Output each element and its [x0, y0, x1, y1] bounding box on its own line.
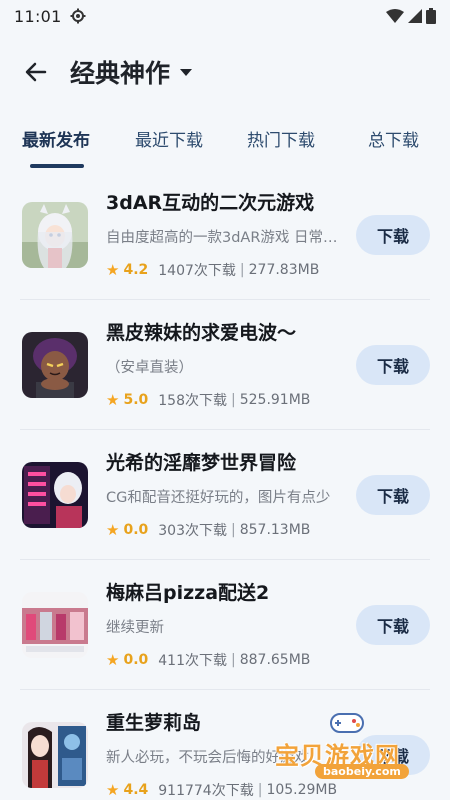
- game-meta: ★ 0.0 411次下载 | 887.65MB: [106, 650, 310, 670]
- list-item[interactable]: 3dAR互动的二次元游戏 自由度超高的一款3dAR游戏 日常互动 ★ 4.2 1…: [20, 170, 430, 300]
- divider: |: [239, 262, 245, 278]
- game-title[interactable]: 梅麻吕pizza配送2: [106, 578, 346, 605]
- back-button[interactable]: [22, 58, 50, 86]
- game-meta: ★ 0.0 303次下载 | 857.13MB: [106, 520, 310, 540]
- tab-bar: 最新发布 最近下载 热门下载 总下载: [0, 118, 450, 170]
- download-count: 303次下载: [158, 523, 227, 539]
- game-thumbnail[interactable]: [22, 202, 88, 268]
- game-thumbnail[interactable]: [22, 592, 88, 658]
- tab-latest[interactable]: 最新发布: [22, 126, 90, 151]
- download-count: 411次下载: [158, 653, 227, 669]
- game-title[interactable]: 3dAR互动的二次元游戏: [106, 188, 346, 215]
- star-icon: ★: [106, 651, 120, 669]
- game-meta: ★ 5.0 158次下载 | 525.91MB: [106, 390, 310, 410]
- star-icon: ★: [106, 391, 120, 409]
- file-size: 887.65MB: [239, 652, 311, 668]
- signal-icon: [408, 9, 422, 23]
- file-size: 857.13MB: [239, 522, 311, 538]
- active-tab-indicator: [30, 164, 84, 168]
- download-count: 158次下载: [158, 393, 227, 409]
- star-icon: ★: [106, 261, 120, 279]
- game-description: （安卓直装）: [106, 360, 193, 376]
- battery-icon: [426, 8, 436, 24]
- list-item[interactable]: 梅麻吕pizza配送2 继续更新 ★ 0.0 411次下载 | 887.65MB…: [20, 560, 430, 690]
- arrow-left-icon: [25, 62, 47, 82]
- download-count: 911774次下载: [158, 783, 254, 799]
- watermark-url: baobeiy.com: [315, 764, 409, 779]
- tab-recent-downloads[interactable]: 最近下载: [135, 126, 203, 151]
- wifi-icon: [386, 9, 404, 23]
- list-item[interactable]: 黑皮辣妹的求爱电波～ （安卓直装） ★ 5.0 158次下载 | 525.91M…: [20, 300, 430, 430]
- white-hair-anime-girl-icon: [22, 202, 88, 268]
- game-title[interactable]: 光希的淫靡梦世界冒险: [106, 448, 346, 475]
- game-rating: 0.0: [123, 652, 149, 668]
- divider: |: [231, 652, 236, 668]
- download-button[interactable]: 下载: [356, 605, 430, 645]
- site-watermark: 宝贝游戏网 baobeiy.com: [275, 708, 445, 788]
- anime-girl-cover-icon: [22, 722, 88, 788]
- game-thumbnail[interactable]: [22, 462, 88, 528]
- tab-hot-downloads[interactable]: 热门下载: [247, 126, 315, 151]
- download-button[interactable]: 下载: [356, 345, 430, 385]
- game-meta: ★ 4.2 1407次下载 | 277.83MB: [106, 260, 319, 280]
- divider: |: [231, 522, 236, 538]
- list-item[interactable]: 光希的淫靡梦世界冒险 CG和配音还挺好玩的，图片有点少 ★ 0.0 303次下载…: [20, 430, 430, 560]
- download-count: 1407次下载: [158, 263, 236, 279]
- game-rating: 4.4: [123, 782, 149, 798]
- divider: |: [231, 392, 236, 408]
- status-bar: 11:01: [0, 0, 450, 32]
- game-rating: 4.2: [123, 262, 149, 278]
- game-thumbnail[interactable]: [22, 722, 88, 788]
- chevron-down-icon[interactable]: [180, 68, 193, 76]
- game-title[interactable]: 黑皮辣妹的求爱电波～: [106, 318, 346, 345]
- tab-total-downloads[interactable]: 总下载: [368, 126, 419, 151]
- game-rating: 0.0: [123, 522, 149, 538]
- game-screenshot-icon: [22, 592, 88, 658]
- star-icon: ★: [106, 781, 120, 799]
- gear-icon: [70, 8, 86, 24]
- app-header: 经典神作: [0, 44, 450, 100]
- game-rating: 5.0: [123, 392, 149, 408]
- page-title[interactable]: 经典神作: [70, 54, 170, 90]
- game-thumbnail[interactable]: [22, 332, 88, 398]
- dark-skin-anime-girl-icon: [22, 332, 88, 398]
- game-description: 自由度超高的一款3dAR游戏 日常互动: [106, 230, 342, 246]
- file-size: 277.83MB: [248, 262, 320, 278]
- game-description: CG和配音还挺好玩的，图片有点少: [106, 490, 331, 506]
- star-icon: ★: [106, 521, 120, 539]
- clock: 11:01: [14, 6, 62, 26]
- file-size: 525.91MB: [239, 392, 311, 408]
- download-button[interactable]: 下载: [356, 475, 430, 515]
- download-button[interactable]: 下载: [356, 215, 430, 255]
- status-icons: [386, 8, 436, 24]
- divider: |: [257, 782, 263, 798]
- game-cover-pink-icon: [22, 462, 88, 528]
- game-description: 继续更新: [106, 620, 164, 636]
- game-list: 3dAR互动的二次元游戏 自由度超高的一款3dAR游戏 日常互动 ★ 4.2 1…: [0, 170, 450, 800]
- gamepad-icon: [330, 713, 364, 733]
